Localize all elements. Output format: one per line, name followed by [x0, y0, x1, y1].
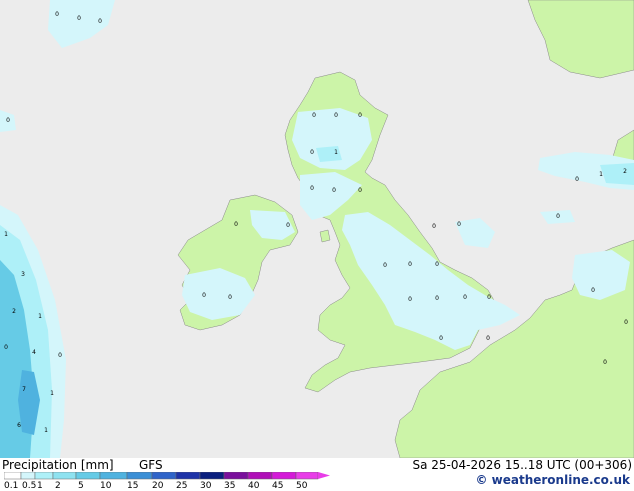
val-scot-5: 1	[334, 149, 338, 156]
val-atl-12: 1	[44, 427, 48, 434]
val-eng-5: 0	[435, 295, 439, 302]
val-den-3: 2	[623, 168, 627, 175]
legend-swatch	[99, 472, 128, 480]
val-den-1: 0	[575, 176, 579, 183]
val-nl-1: 0	[591, 287, 595, 294]
val-nw-1: 0	[55, 11, 59, 18]
legend-swatch	[20, 472, 36, 480]
val-ne-1: 0	[432, 223, 436, 230]
val-irl-3: 0	[202, 292, 206, 299]
val-nl-2: 0	[624, 319, 628, 326]
legend-swatch	[75, 472, 101, 480]
run-info: Sa 25-04-2026 15..18 UTC (00+306)	[412, 458, 632, 472]
legend-swatch	[34, 472, 54, 480]
footer: Precipitation [mm] GFS Sa 25-04-2026 15.…	[0, 458, 634, 491]
legend-swatch	[199, 472, 225, 480]
credit-link[interactable]: © weatheronline.co.uk	[475, 473, 630, 487]
val-atl-6: 0	[4, 344, 8, 351]
val-ne-2: 0	[457, 221, 461, 228]
val-atl-1: 0	[6, 117, 10, 124]
val-atl-7: 4	[32, 349, 36, 356]
land-isle-of-man	[319, 229, 331, 243]
val-irl-1: 0	[234, 221, 238, 228]
val-atl-3: 3	[21, 271, 25, 278]
val-eng-9: 0	[486, 335, 490, 342]
val-scot-3: 0	[358, 112, 362, 119]
val-irl-2: 0	[286, 222, 290, 229]
val-eng-7: 0	[487, 294, 491, 301]
legend-swatch	[151, 472, 177, 480]
val-north-sea-1: 0	[556, 213, 560, 220]
val-irl-4: 0	[228, 294, 232, 301]
val-atl-4: 2	[12, 308, 16, 315]
map-title: Precipitation [mm]	[2, 458, 114, 472]
legend-overflow-arrow	[318, 472, 330, 479]
val-nw-2: 0	[77, 15, 81, 22]
val-nw-3: 0	[98, 18, 102, 25]
legend-swatch	[271, 472, 297, 480]
legend-swatch	[4, 472, 22, 480]
val-scot-1: 0	[312, 112, 316, 119]
val-atl-11: 6	[17, 422, 21, 429]
legend-swatch	[52, 472, 77, 480]
val-scot-6: 0	[310, 185, 314, 192]
val-eng-3: 0	[435, 261, 439, 268]
legend-swatch	[295, 472, 319, 480]
val-fr-1: 0	[603, 359, 607, 366]
val-atl-8: 0	[58, 352, 62, 359]
legend-swatch	[223, 472, 249, 480]
val-atl-10: 1	[50, 390, 54, 397]
val-eng-8: 0	[439, 335, 443, 342]
val-scot-7: 0	[332, 187, 336, 194]
val-scot-2: 0	[334, 112, 338, 119]
legend-swatch	[126, 472, 153, 480]
val-eng-1: 0	[383, 262, 387, 269]
precipitation-map: 0 0 0 0 0 0 0 0 1 0 0 0 0 0 0 0 1 2 0 0 0 0 0 0 0 0 0 0 0 0 0 0 0 0 1 3 2 1 0 4…	[0, 0, 634, 459]
val-scot-4: 0	[310, 149, 314, 156]
val-scot-8: 0	[358, 187, 362, 194]
legend-swatch	[247, 472, 273, 480]
val-eng-6: 0	[463, 294, 467, 301]
val-eng-4: 0	[408, 296, 412, 303]
val-atl-5: 1	[38, 313, 42, 320]
val-eng-2: 0	[408, 261, 412, 268]
legend-swatch	[175, 472, 201, 480]
val-atl-9: 7	[22, 386, 26, 393]
precip-area-scotland-mid	[316, 146, 342, 162]
model-name: GFS	[139, 458, 163, 472]
val-atl-2: 1	[4, 231, 8, 238]
val-den-2: 1	[599, 171, 603, 178]
